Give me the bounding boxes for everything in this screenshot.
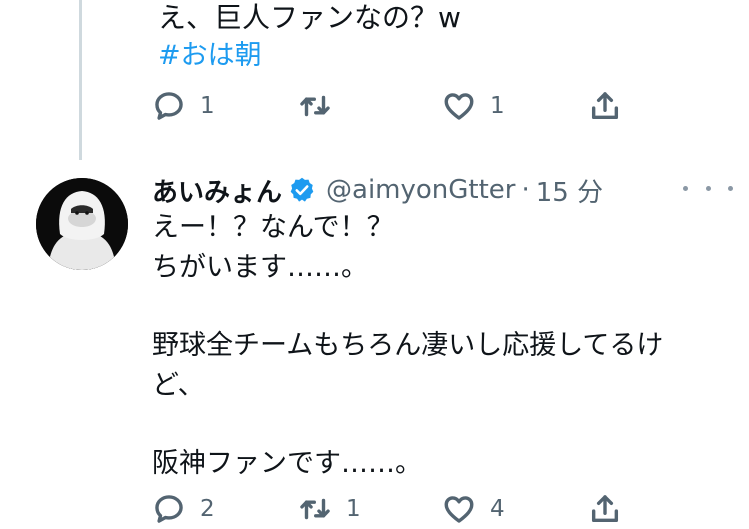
retweet-button[interactable] (298, 86, 346, 126)
like-icon (444, 496, 474, 523)
reply-icon (155, 495, 183, 523)
avatar[interactable] (36, 178, 128, 270)
previous-tweet-hashtag[interactable]: #おは朝 (158, 36, 262, 76)
retweet-icon (300, 95, 330, 117)
share-button[interactable] (588, 489, 622, 529)
like-count: 1 (490, 93, 505, 119)
like-icon (444, 93, 474, 120)
retweet-count: 1 (346, 496, 361, 522)
reply-icon (155, 92, 183, 120)
thread-connector-line (79, 0, 82, 160)
reply-count: 2 (200, 496, 215, 522)
tweet-text-line: 阪神ファンです……。 (152, 448, 422, 479)
share-icon (591, 495, 619, 523)
previous-tweet-actions: 1 1 (0, 86, 749, 126)
tweet-header: あいみょん @aimyonGtter · 15 分 (152, 170, 603, 210)
verified-badge-icon (290, 177, 314, 202)
reply-button[interactable]: 2 (152, 489, 215, 529)
tweet-text-line: 野球全チームもちろん凄いし応援してるけ (152, 330, 664, 361)
reply-button[interactable]: 1 (152, 86, 215, 126)
previous-tweet-text: え、巨人ファンなの？w (158, 1, 461, 34)
avatar-image (36, 178, 128, 270)
user-handle[interactable]: @aimyonGtter (326, 175, 515, 205)
share-icon (591, 92, 619, 120)
tweet-timestamp[interactable]: 15 分 (536, 172, 603, 209)
tweet-text-line: ちがいます……。 (152, 252, 368, 283)
tweet-actions: 2 1 4 (0, 489, 749, 529)
like-count: 4 (490, 496, 505, 522)
more-options-icon[interactable] (683, 176, 733, 200)
like-button[interactable]: 4 (442, 489, 505, 529)
share-button[interactable] (588, 86, 622, 126)
like-button[interactable]: 1 (442, 86, 505, 126)
tweet-text-line: ど、 (152, 370, 205, 401)
retweet-icon (300, 498, 330, 520)
reply-count: 1 (200, 93, 215, 119)
tweet-text-line: えー！？なんで！？ (152, 212, 394, 243)
header-separator: · (521, 175, 530, 205)
retweet-button[interactable]: 1 (298, 489, 361, 529)
display-name[interactable]: あいみょん (152, 172, 282, 209)
